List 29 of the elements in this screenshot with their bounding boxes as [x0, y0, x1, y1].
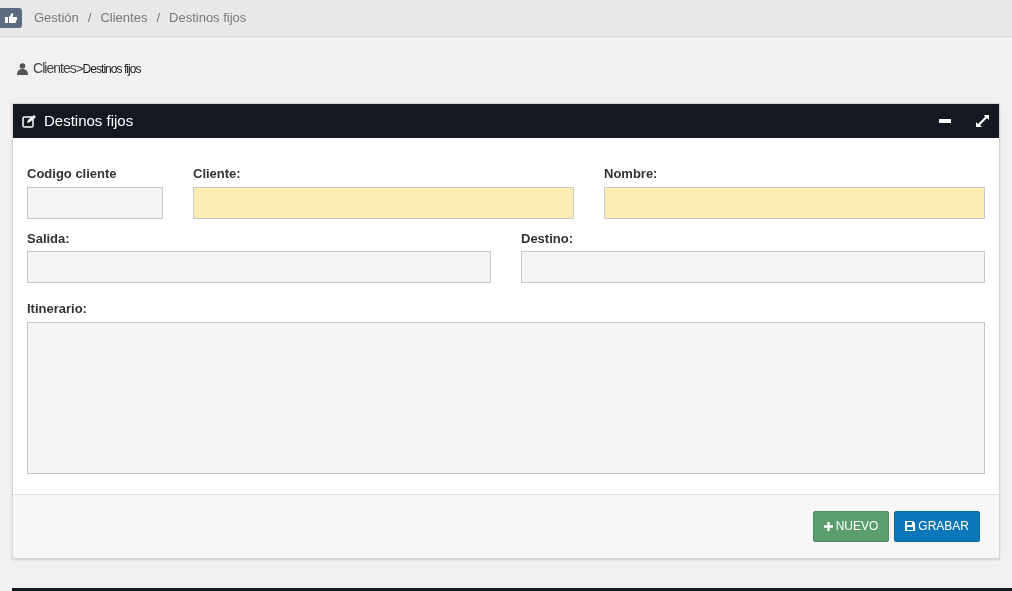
breadcrumb-separator: / [87, 9, 92, 28]
edit-icon [22, 114, 36, 128]
new-button[interactable]: NUEVO [812, 510, 890, 542]
panel-title: Destinos fijos [44, 110, 134, 131]
minimize-icon[interactable] [939, 119, 951, 123]
input-field[interactable] [521, 251, 985, 283]
plus-icon [823, 521, 833, 531]
input-field[interactable] [193, 186, 574, 219]
breadcrumb-link[interactable]: Gestión [34, 8, 79, 28]
path-separator: > [75, 59, 83, 78]
field-label: Codigo cliente [27, 165, 118, 183]
field-label: Destino: [521, 229, 574, 248]
text-area[interactable] [27, 321, 985, 474]
breadcrumb-link[interactable]: Destinos fijos [169, 8, 247, 28]
input-field[interactable] [27, 186, 163, 219]
field-label: Itinerario: [27, 300, 88, 318]
input-field[interactable] [604, 186, 985, 219]
thumbs-up-icon[interactable] [0, 8, 22, 28]
expand-icon[interactable] [976, 114, 989, 128]
breadcrumb-link[interactable]: Clientes [100, 8, 148, 28]
field-label: Salida: [27, 229, 71, 248]
page-section: Clientes [33, 58, 76, 79]
field-label: Cliente: [193, 165, 242, 183]
page-title: Destinos fijos [82, 60, 141, 78]
user-icon [17, 62, 28, 75]
breadcrumb-separator: / [156, 9, 161, 28]
save-button[interactable]: GRABAR [894, 510, 980, 542]
input-field[interactable] [27, 251, 491, 283]
field-label: Nombre: [604, 165, 659, 183]
